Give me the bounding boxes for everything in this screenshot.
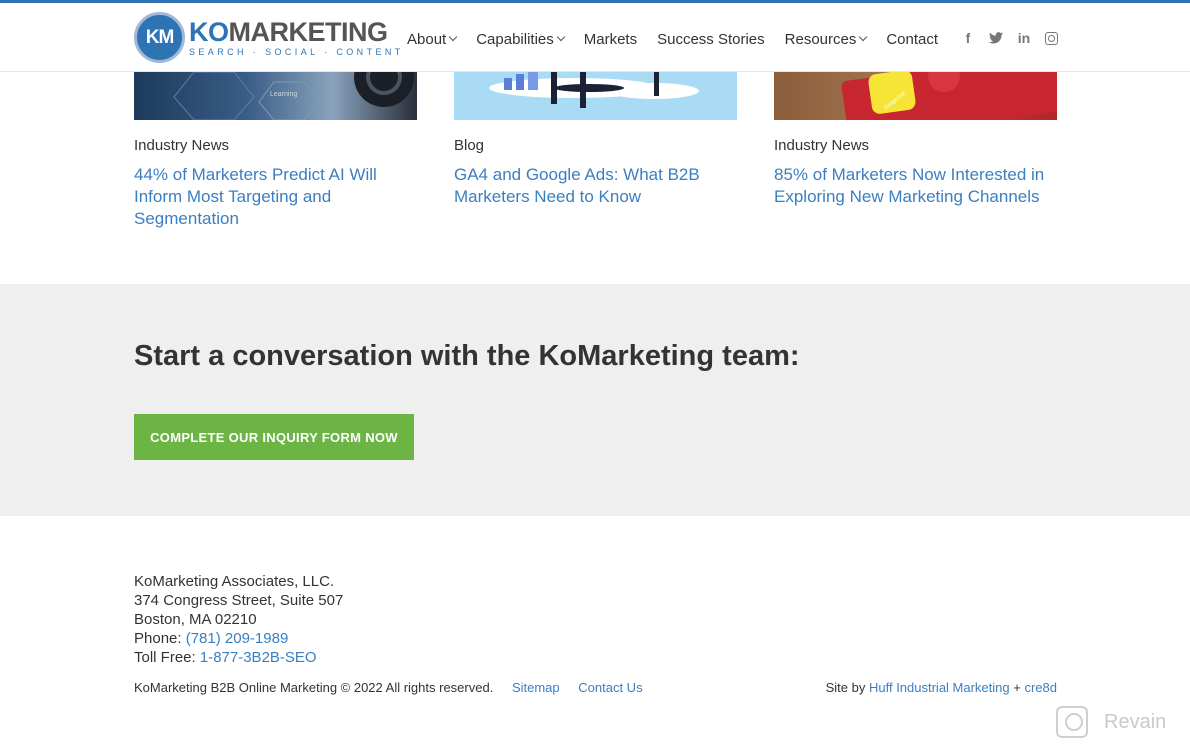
nav-resources[interactable]: Resources bbox=[784, 30, 868, 48]
instagram-icon[interactable] bbox=[1045, 31, 1058, 45]
revain-logo-icon bbox=[1056, 706, 1088, 738]
huff-industrial-link[interactable]: Huff Industrial Marketing bbox=[869, 680, 1010, 695]
site-by-label: Site by bbox=[825, 680, 869, 695]
logo-text: KOMARKETING SEARCH · SOCIAL · CONTENT bbox=[189, 16, 404, 57]
nav-capabilities[interactable]: Capabilities bbox=[476, 30, 565, 48]
company-name: KoMarketing Associates, LLC. bbox=[134, 573, 335, 590]
cta-section: Start a conversation with the KoMarketin… bbox=[0, 284, 1190, 516]
chevron-down-icon bbox=[448, 32, 458, 42]
thumb-learning-text: Learning bbox=[270, 91, 297, 98]
article-card[interactable]: Learning Industry News 44% of Marketers … bbox=[134, 72, 417, 228]
article-category: Blog bbox=[454, 137, 485, 154]
nav-success-stories-label: Success Stories bbox=[657, 30, 765, 48]
footer-address: KoMarketing Associates, LLC. 374 Congres… bbox=[134, 572, 343, 667]
article-title-link[interactable]: 85% of Marketers Now Interested in Explo… bbox=[774, 164, 1057, 208]
article-thumbnail[interactable] bbox=[454, 72, 737, 120]
nav-success-stories[interactable]: Success Stories bbox=[657, 31, 765, 48]
article-thumbnail[interactable]: Snapchat bbox=[774, 72, 1057, 120]
cre8d-link[interactable]: cre8d bbox=[1024, 680, 1057, 695]
phone-link[interactable]: (781) 209-1989 bbox=[186, 630, 289, 647]
facebook-icon[interactable]: f bbox=[961, 30, 975, 46]
phone-label: Phone: bbox=[134, 630, 186, 647]
logo-mark: KM bbox=[134, 12, 185, 63]
footer-left: KoMarketing B2B Online Marketing © 2022 … bbox=[134, 680, 643, 695]
nav-about[interactable]: About bbox=[407, 30, 458, 48]
linkedin-icon[interactable]: in bbox=[1017, 30, 1031, 46]
article-title-link[interactable]: GA4 and Google Ads: What B2B Marketers N… bbox=[454, 164, 737, 208]
copyright-text: KoMarketing B2B Online Marketing © 2022 … bbox=[134, 680, 494, 695]
nav-markets[interactable]: Markets bbox=[584, 31, 637, 48]
article-title-link[interactable]: 44% of Marketers Predict AI Will Inform … bbox=[134, 164, 417, 230]
article-card[interactable]: Snapchat Industry News 85% of Marketers … bbox=[774, 72, 1057, 206]
logo-name-marketing: MARKETING bbox=[228, 16, 389, 47]
sitemap-link[interactable]: Sitemap bbox=[512, 680, 560, 695]
tollfree-link[interactable]: 1-877-3B2B-SEO bbox=[200, 649, 317, 666]
phone-line: Phone: (781) 209-1989 bbox=[134, 629, 343, 648]
article-category: Industry News bbox=[134, 137, 230, 154]
nav-about-label: About bbox=[407, 30, 447, 48]
logo-name: KOMARKETING bbox=[189, 16, 404, 47]
nav-contact-label: Contact bbox=[886, 30, 939, 48]
komarketing-logo[interactable]: KM KOMARKETING SEARCH · SOCIAL · CONTENT bbox=[134, 12, 404, 63]
site-credit: Site by Huff Industrial Marketing + cre8… bbox=[826, 680, 1057, 695]
tollfree-line: Toll Free: 1-877-3B2B-SEO bbox=[134, 648, 343, 667]
twitter-icon[interactable] bbox=[989, 30, 1003, 46]
nav-markets-label: Markets bbox=[583, 30, 638, 48]
article-category: Industry News bbox=[774, 137, 870, 154]
site-header: KM KOMARKETING SEARCH · SOCIAL · CONTENT… bbox=[0, 0, 1190, 72]
social-links: f in bbox=[961, 30, 1072, 46]
revain-text: Revain bbox=[1104, 710, 1167, 733]
street-address: 374 Congress Street, Suite 507 bbox=[134, 592, 344, 609]
contact-us-link[interactable]: Contact Us bbox=[578, 680, 642, 695]
logo-tagline: SEARCH · SOCIAL · CONTENT bbox=[189, 46, 404, 57]
site-by-plus: + bbox=[1009, 680, 1025, 695]
chevron-down-icon bbox=[556, 32, 565, 42]
nav-contact[interactable]: Contact bbox=[886, 31, 938, 48]
tollfree-label: Toll Free: bbox=[134, 649, 200, 666]
main-nav: About Capabilities Markets Success Stori… bbox=[407, 28, 958, 50]
cta-heading: Start a conversation with the KoMarketin… bbox=[134, 340, 800, 372]
chevron-down-icon bbox=[859, 32, 868, 42]
city-state-zip: Boston, MA 02210 bbox=[134, 611, 257, 628]
revain-watermark: Revain bbox=[1056, 706, 1166, 738]
nav-resources-label: Resources bbox=[784, 30, 857, 48]
inquiry-form-button[interactable]: COMPLETE OUR INQUIRY FORM NOW bbox=[134, 414, 414, 460]
logo-name-ko: KO bbox=[189, 16, 229, 47]
nav-capabilities-label: Capabilities bbox=[476, 30, 554, 48]
article-card[interactable]: Blog GA4 and Google Ads: What B2B Market… bbox=[454, 72, 737, 206]
article-thumbnail[interactable]: Learning bbox=[134, 72, 417, 120]
